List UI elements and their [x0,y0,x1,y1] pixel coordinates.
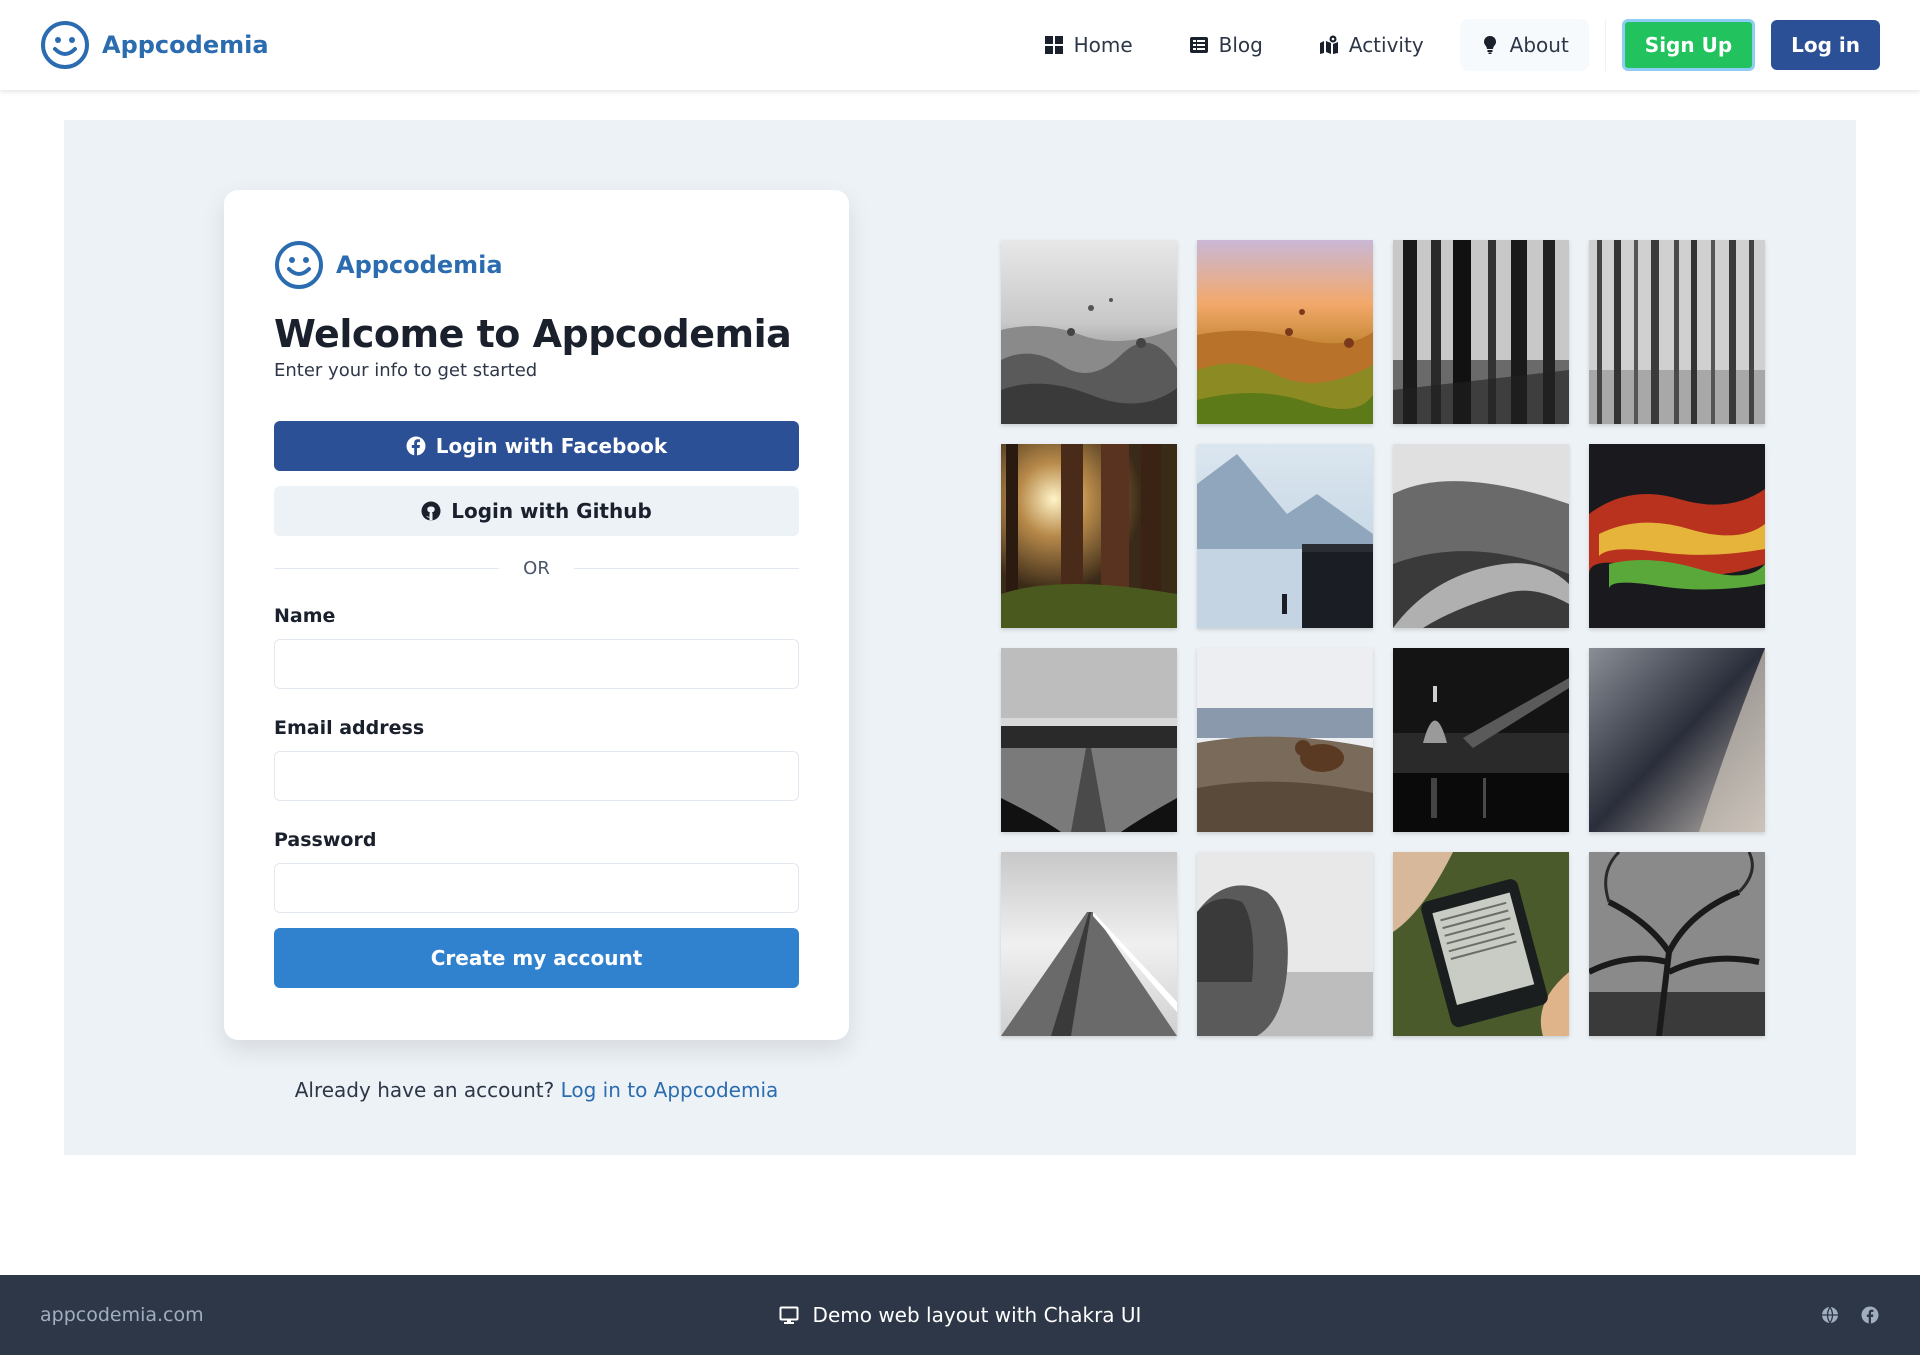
card-brand: Appcodemia [274,240,799,290]
page-subtitle: Enter your info to get started [274,360,538,381]
signup-button[interactable]: Sign Up [1621,19,1756,71]
login-facebook-button[interactable]: Login with Facebook [274,421,799,471]
login-github-label: Login with Github [451,499,652,523]
password-field[interactable] [274,863,799,913]
login-prompt-text: Already have an account? [294,1078,555,1102]
smiley-logo-icon [275,241,323,289]
or-text: OR [523,558,550,579]
or-divider: OR [274,558,799,579]
email-label: Email address [274,717,425,739]
top-navbar: Appcodemia Home Blog Activity About Sign… [0,0,1920,90]
login-github-button[interactable]: Login with Github [274,486,799,536]
smiley-logo-icon [41,21,89,69]
nav-item-label: Home [1073,33,1133,57]
card-brand-name: Appcodemia [336,251,503,279]
brand-link[interactable]: Appcodemia [40,20,269,70]
nav-item-label: Blog [1218,33,1263,57]
bear-on-hill-photo [1197,648,1373,832]
gnarled-tree-bw-photo [1589,852,1765,1036]
lightbulb-icon [1483,36,1496,54]
sunlit-forest-photo [1001,444,1177,628]
email-field[interactable] [274,751,799,801]
github-icon [421,501,441,521]
nav-menu: Home Blog Activity About Sign Up Log in [1024,19,1880,71]
photo-gallery [1001,240,1765,1036]
mountain-road-bw-photo [1393,444,1569,628]
city-night-bridge-bw-photo [1393,648,1569,832]
divider-line [274,568,500,569]
main-panel: Appcodemia Welcome to Appcodemia Enter y… [64,120,1856,1155]
nav-item-activity[interactable]: Activity [1299,19,1444,71]
footer-center: Demo web layout with Chakra UI [600,1303,1320,1327]
brand-name: Appcodemia [102,31,269,59]
long-pier-bw-photo [1001,852,1177,1036]
page-title: Welcome to Appcodemia [274,312,792,356]
red-abstract-photo [1589,444,1765,628]
dark-forest-bw-photo [1393,240,1569,424]
login-prompt: Already have an account? Log in to Appco… [224,1078,849,1102]
nav-item-blog[interactable]: Blog [1169,19,1283,71]
misty-lake-pier-photo [1197,444,1373,628]
nav-item-label: Activity [1348,33,1424,57]
name-field[interactable] [274,639,799,689]
login-link[interactable]: Log in to Appcodemia [561,1078,779,1102]
monitor-icon [779,1306,799,1324]
nav-divider [1604,19,1606,71]
cappadocia-balloons-sunset-photo [1197,240,1373,424]
footer: appcodemia.com Demo web layout with Chak… [0,1275,1920,1355]
cypress-field-bw-photo [1001,648,1177,832]
nav-item-about[interactable]: About [1459,19,1589,71]
password-label: Password [274,829,377,851]
list-icon [1189,37,1208,53]
grid-icon [1044,36,1063,54]
wet-surface-photo [1589,648,1765,832]
divider-line [573,568,799,569]
facebook-icon [406,436,426,456]
nav-item-label: About [1509,33,1569,57]
footer-domain: appcodemia.com [40,1304,204,1326]
cappadocia-balloons-bw-photo [1001,240,1177,424]
pine-forest-bw-photo [1589,240,1765,424]
footer-tagline: Demo web layout with Chakra UI [812,1303,1142,1327]
footer-social [1320,1305,1880,1325]
name-label: Name [274,605,336,627]
login-button[interactable]: Log in [1771,20,1880,70]
globe-icon[interactable] [1820,1305,1840,1325]
facebook-icon[interactable] [1860,1305,1880,1325]
map-icon [1319,35,1338,54]
signup-card: Appcodemia Welcome to Appcodemia Enter y… [224,190,849,1040]
create-account-button[interactable]: Create my account [274,928,799,988]
ereader-hand-photo [1393,852,1569,1036]
nav-item-home[interactable]: Home [1024,19,1153,71]
woman-field-bw-photo [1197,852,1373,1036]
login-facebook-label: Login with Facebook [435,434,668,458]
